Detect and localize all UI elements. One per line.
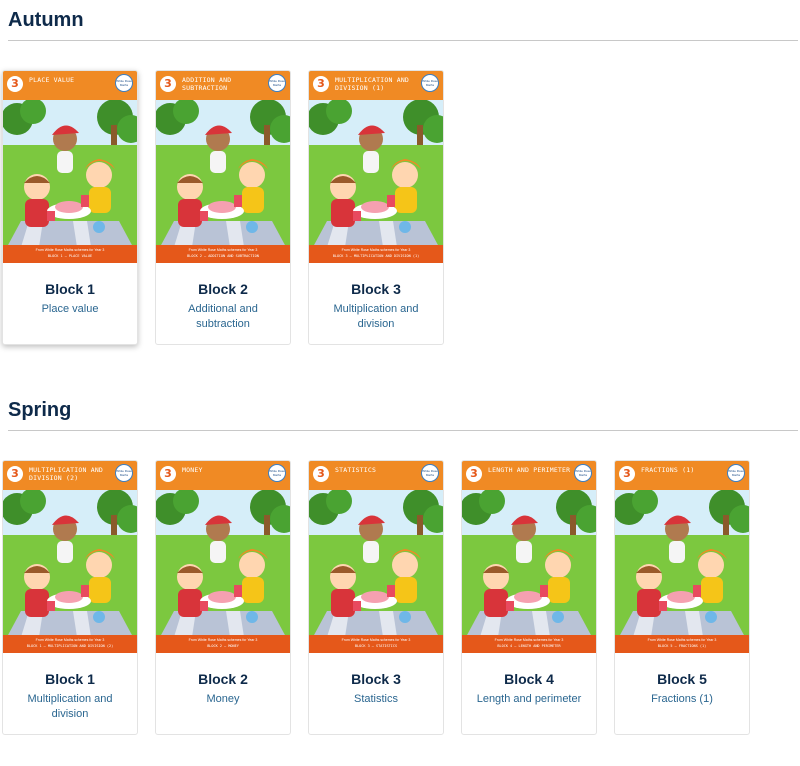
block-title: Block 4 [504, 671, 554, 687]
block-card-3[interactable]: 3 STATISTICS White Rose Maths From White… [308, 460, 444, 735]
year-number-badge: 3 [160, 76, 176, 92]
block-cover-image: 3 MONEY White Rose Maths From White Rose… [156, 461, 290, 653]
cover-footer-band: From White Rose Maths schemes for Year 3… [615, 635, 749, 653]
block-description: Multiplication and division [333, 303, 419, 330]
block-description: Length and perimeter [476, 693, 582, 705]
block-cover-image: 3 PLACE VALUE White Rose Maths From Whit… [3, 71, 137, 263]
section-divider [8, 430, 798, 431]
block-title: Block 2 [198, 671, 248, 687]
cover-footer-line1: From White Rose Maths schemes for Year 3 [35, 638, 105, 642]
cover-footer-line1: From White Rose Maths schemes for Year 3 [188, 638, 258, 642]
block-card-1[interactable]: 3 MULTIPLICATION AND DIVISION (2) White … [2, 460, 138, 735]
year-number-badge: 3 [466, 466, 482, 482]
cover-footer-line2: BLOCK 2 – MONEY [207, 644, 239, 648]
section-divider [8, 40, 798, 41]
block-title: Block 1 [45, 281, 95, 297]
cover-footer-band: From White Rose Maths schemes for Year 3… [156, 635, 290, 653]
block-cover-image: 3 STATISTICS White Rose Maths From White… [309, 461, 443, 653]
cover-title: MULTIPLICATION AND DIVISION (1) [335, 76, 410, 92]
block-card-3[interactable]: 3 MULTIPLICATION AND DIVISION (1) White … [308, 70, 444, 345]
year-number-badge: 3 [7, 76, 23, 92]
cover-title: LENGTH AND PERIMETER [488, 466, 571, 474]
block-title: Block 2 [198, 281, 248, 297]
cover-footer-line1: From White Rose Maths schemes for Year 3 [494, 638, 564, 642]
white-rose-maths-logo: White Rose Maths [421, 74, 439, 92]
block-card-4[interactable]: 3 LENGTH AND PERIMETER White Rose Maths … [461, 460, 597, 735]
cover-title: MONEY [182, 466, 203, 474]
year-number-badge: 3 [619, 466, 635, 482]
cover-footer-line2: BLOCK 5 – FRACTIONS (1) [657, 644, 707, 648]
section-autumn: Autumn [8, 8, 798, 41]
white-rose-maths-logo: White Rose Maths [268, 464, 286, 482]
cover-footer-line2: BLOCK 1 – MULTIPLICATION AND DIVISION (2… [26, 644, 114, 648]
year-number-badge: 3 [313, 76, 329, 92]
cover-footer-band: From White Rose Maths schemes for Year 3… [309, 635, 443, 653]
block-description: Statistics [353, 693, 398, 705]
block-title: Block 3 [351, 281, 401, 297]
block-cover-image: 3 LENGTH AND PERIMETER White Rose Maths … [462, 461, 596, 653]
block-cover-image: 3 MULTIPLICATION AND DIVISION (1) White … [309, 71, 443, 263]
cover-footer-band: From White Rose Maths schemes for Year 3… [462, 635, 596, 653]
year-number-badge: 3 [160, 466, 176, 482]
block-title: Block 3 [351, 671, 401, 687]
block-description: Place value [41, 303, 99, 315]
white-rose-maths-logo: White Rose Maths [727, 464, 745, 482]
cover-footer-line2: BLOCK 3 – MULTIPLICATION AND DIVISION (1… [332, 254, 420, 258]
cover-title: ADDITION AND SUBTRACTION [182, 76, 232, 92]
cover-title: FRACTIONS (1) [641, 466, 695, 474]
block-card-2[interactable]: 3 MONEY White Rose Maths From White Rose… [155, 460, 291, 735]
cover-footer-line2: BLOCK 4 – LENGTH AND PERIMETER [497, 644, 561, 648]
block-cover-image: 3 FRACTIONS (1) White Rose Maths From Wh… [615, 461, 749, 653]
cover-footer-band: From White Rose Maths schemes for Year 3… [3, 635, 137, 653]
block-description: Fractions (1) [651, 693, 713, 705]
cover-footer-band: From White Rose Maths schemes for Year 3… [156, 245, 290, 263]
cover-footer-line1: From White Rose Maths schemes for Year 3 [341, 638, 411, 642]
block-title: Block 5 [657, 671, 707, 687]
block-card-2[interactable]: 3 ADDITION AND SUBTRACTION White Rose Ma… [155, 70, 291, 345]
section-title: Autumn [8, 9, 84, 31]
cover-footer-line2: BLOCK 1 – PLACE VALUE [47, 254, 93, 258]
cover-footer-band: From White Rose Maths schemes for Year 3… [309, 245, 443, 263]
white-rose-maths-logo: White Rose Maths [574, 464, 592, 482]
cover-footer-line1: From White Rose Maths schemes for Year 3 [35, 248, 105, 252]
block-cover-image: 3 ADDITION AND SUBTRACTION White Rose Ma… [156, 71, 290, 263]
cover-title: PLACE VALUE [29, 76, 75, 84]
white-rose-maths-logo: White Rose Maths [115, 464, 133, 482]
block-card-1[interactable]: 3 PLACE VALUE White Rose Maths From Whit… [2, 70, 138, 345]
block-description: Multiplication and division [27, 693, 113, 720]
section-title: Spring [8, 399, 72, 421]
cover-footer-line2: BLOCK 3 – STATISTICS [354, 644, 398, 648]
white-rose-maths-logo: White Rose Maths [268, 74, 286, 92]
section-spring: Spring [8, 398, 798, 431]
block-title: Block 1 [45, 671, 95, 687]
cover-footer-line1: From White Rose Maths schemes for Year 3 [188, 248, 258, 252]
cover-footer-line1: From White Rose Maths schemes for Year 3 [341, 248, 411, 252]
cover-title: MULTIPLICATION AND DIVISION (2) [29, 466, 104, 482]
cover-footer-band: From White Rose Maths schemes for Year 3… [3, 245, 137, 263]
year-number-badge: 3 [313, 466, 329, 482]
block-card-5[interactable]: 3 FRACTIONS (1) White Rose Maths From Wh… [614, 460, 750, 735]
cover-title: STATISTICS [335, 466, 377, 474]
white-rose-maths-logo: White Rose Maths [115, 74, 133, 92]
cover-footer-line1: From White Rose Maths schemes for Year 3 [647, 638, 717, 642]
white-rose-maths-logo: White Rose Maths [421, 464, 439, 482]
block-cover-image: 3 MULTIPLICATION AND DIVISION (2) White … [3, 461, 137, 653]
year-number-badge: 3 [7, 466, 23, 482]
block-description: Additional and subtraction [188, 303, 258, 330]
cover-footer-line2: BLOCK 2 – ADDITION AND SUBTRACTION [187, 254, 259, 258]
block-description: Money [206, 693, 240, 705]
